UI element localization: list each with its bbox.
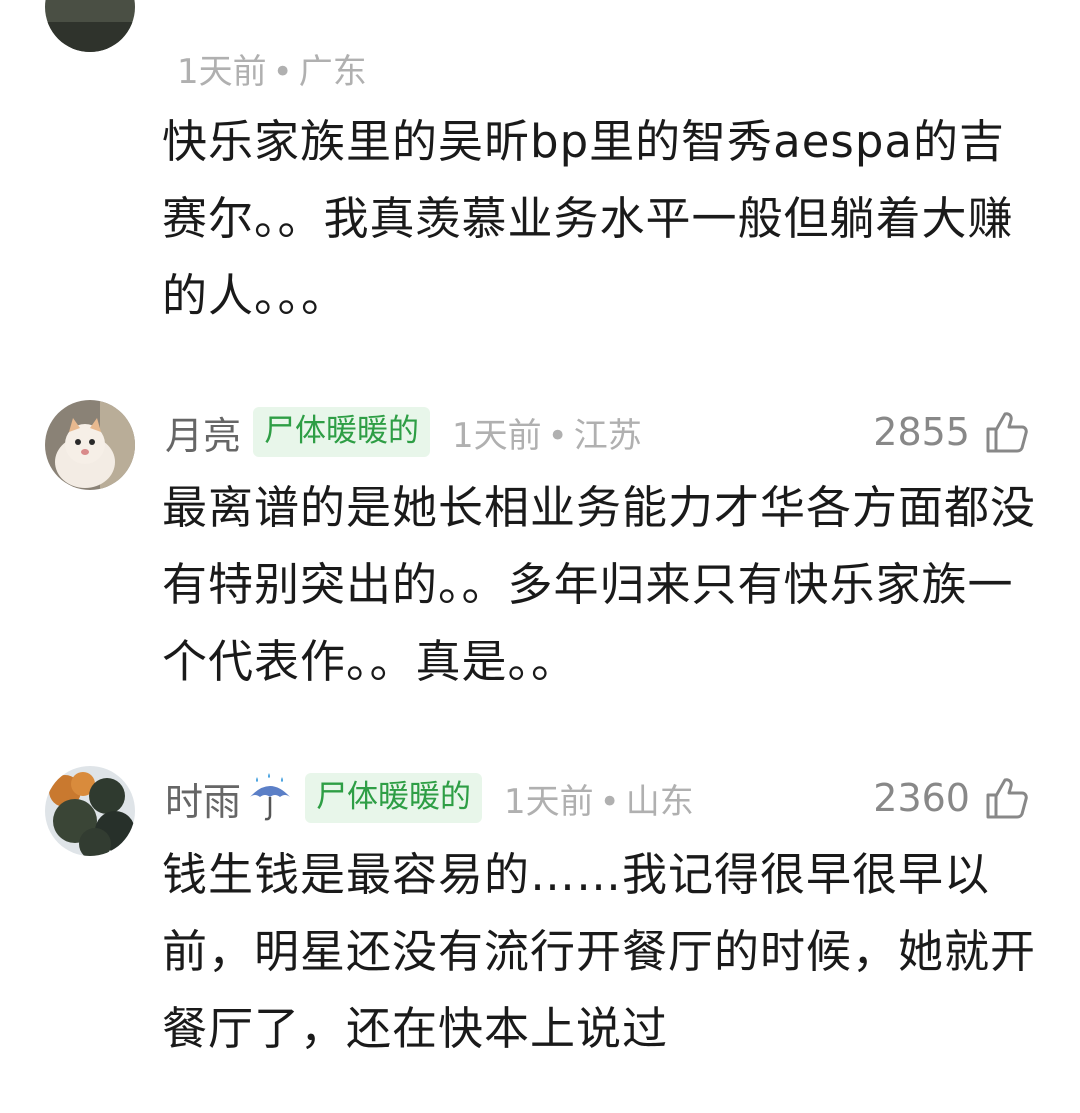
like-count: 2360 (873, 776, 970, 820)
comment-meta: 1天前 • 山东 (504, 774, 694, 823)
comment-time: 1天前 (177, 51, 267, 92)
username[interactable]: 时雨 (165, 771, 241, 826)
comment-header: 月亮 尸体暖暖的 1天前 • 江苏 2855 (165, 402, 1030, 462)
comment-time: 1天前 (504, 781, 594, 822)
comment-meta: 1天前 • 广东 (177, 44, 367, 93)
comment-text: 快乐家族里的吴昕bp里的智秀aespa的吉赛尔。。我真羡慕业务水平一般但躺着大赚… (162, 115, 1014, 322)
user-avatar-icon (45, 0, 135, 52)
thumbs-up-icon (986, 778, 1028, 819)
meta-separator: • (599, 781, 620, 822)
comment-text: 最离谱的是她长相业务能力才华各方面都没有特别突出的。。多年归来只有快乐家族一个代… (162, 481, 1037, 688)
autumn-tree-avatar-icon (45, 766, 135, 856)
like-count: 2855 (873, 410, 970, 454)
comment-location: 江苏 (573, 415, 642, 456)
like-button[interactable]: 2360 (873, 775, 1030, 821)
meta-separator: • (547, 415, 568, 456)
like-button[interactable]: 2855 (873, 409, 1030, 455)
meta-separator: • (272, 51, 293, 92)
comment-location: 广东 (298, 51, 367, 92)
comment-location: 山东 (625, 781, 694, 822)
comment-header: 时雨 尸体暖暖的 1天前 • 山东 2360 (165, 768, 1030, 828)
umbrella-rain-icon (250, 773, 291, 821)
comment-meta: 1天前 • 江苏 (452, 408, 642, 457)
username[interactable]: 月亮 (165, 405, 241, 460)
avatar[interactable] (45, 0, 135, 52)
avatar[interactable] (45, 766, 135, 856)
user-badge[interactable]: 尸体暖暖的 (253, 407, 431, 457)
user-badge[interactable]: 尸体暖暖的 (305, 773, 483, 823)
comment-header: 1天前 • 广东 (165, 38, 1030, 98)
comment-time: 1天前 (452, 415, 542, 456)
avatar[interactable] (45, 400, 135, 490)
comment-text: 钱生钱是最容易的……我记得很早很早以前，明星还没有流行开餐厅的时候，她就开餐厅了… (162, 848, 1037, 1055)
kitten-avatar-icon (45, 400, 135, 490)
thumbs-up-icon (986, 412, 1028, 453)
